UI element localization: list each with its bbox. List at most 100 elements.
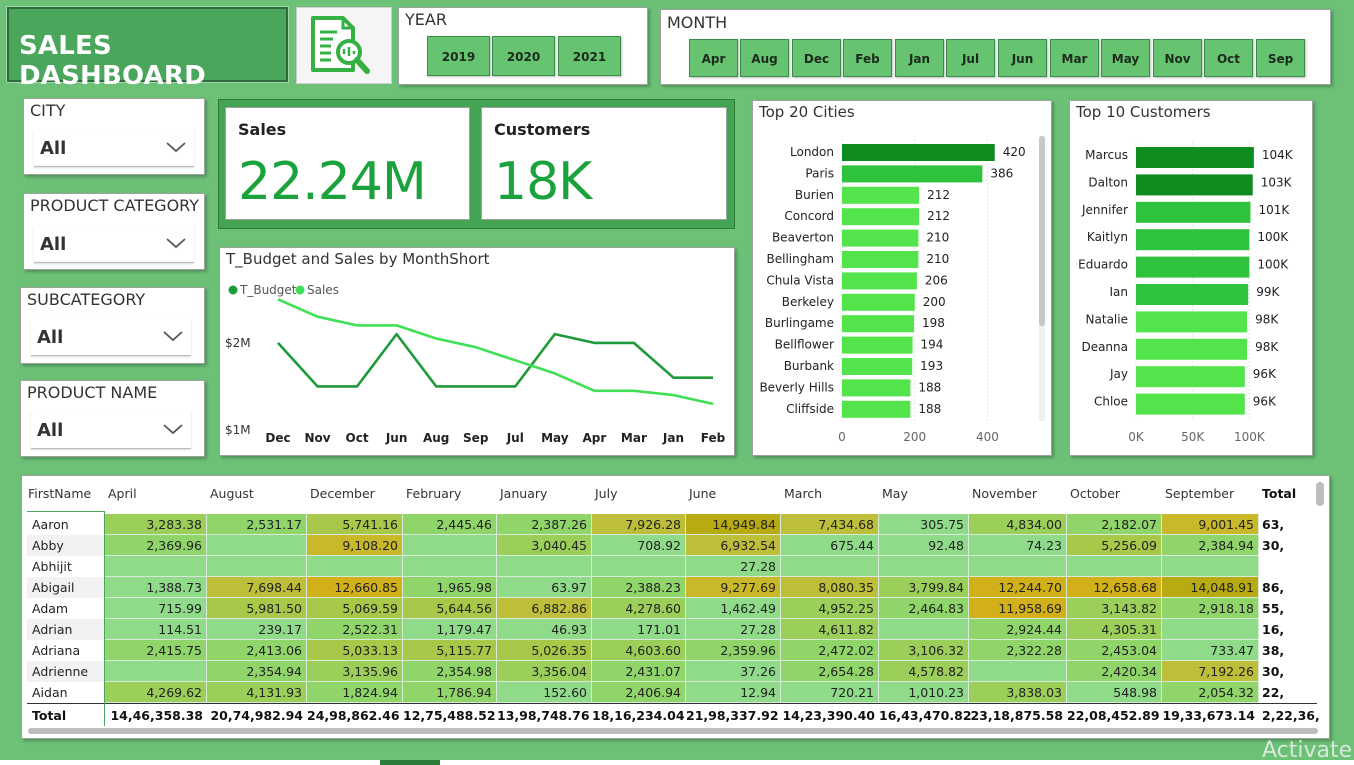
bar[interactable] [1136,174,1253,196]
column-header[interactable]: July [595,486,617,501]
year-button-2020[interactable]: 2020 [492,36,555,76]
table-cell[interactable]: 3,838.03 [969,682,1067,703]
row-header[interactable]: Abby [27,535,104,556]
table-cell[interactable]: 2,445.46 [403,514,497,535]
table-cell[interactable]: 1,786.94 [403,682,497,703]
table-cell[interactable]: 6,882.86 [497,598,592,619]
table-cell[interactable]: 305.75 [879,514,969,535]
column-header[interactable]: April [108,486,137,501]
legend-label-sales[interactable]: Sales [307,283,339,297]
table-cell[interactable]: 3,799.84 [879,577,969,598]
table-cell[interactable]: 2,054.32 [1162,682,1259,703]
column-header[interactable]: March [784,486,822,501]
table-cell[interactable]: 6,932.54 [686,535,781,556]
bar[interactable] [1136,201,1251,223]
row-header[interactable]: Aaron [27,514,104,535]
table-cell[interactable]: 4,305.31 [1067,619,1162,640]
table-cell[interactable]: 2,413.06 [207,640,307,661]
column-header[interactable]: November [972,486,1037,501]
table-cell[interactable]: 5,026.35 [497,640,592,661]
table-cell[interactable] [207,556,307,577]
table-cell[interactable] [1067,556,1162,577]
bar[interactable] [842,293,915,311]
table-cell[interactable]: 9,001.45 [1162,514,1259,535]
table-cell[interactable]: 27.28 [686,556,781,577]
table-cell[interactable]: 2,354.94 [207,661,307,682]
year-button-2019[interactable]: 2019 [427,36,490,76]
column-header[interactable]: October [1070,486,1120,501]
table-cell[interactable] [879,556,969,577]
bar[interactable] [842,229,919,247]
table-cell[interactable]: 171.01 [592,619,686,640]
table-cell[interactable]: 9,277.69 [686,577,781,598]
table-cell[interactable]: 1,010.23 [879,682,969,703]
bar[interactable] [842,315,914,333]
row-header[interactable]: Aidan [27,682,104,703]
bar[interactable] [842,400,911,418]
table-cell[interactable]: 3,283.38 [105,514,207,535]
bar[interactable] [1136,147,1254,168]
table-cell[interactable]: 3,040.45 [497,535,592,556]
table-cell[interactable] [497,556,592,577]
row-header[interactable]: Abigail [27,577,104,598]
table-cell[interactable]: 152.60 [497,682,592,703]
table-cell[interactable]: 9,108.20 [307,535,403,556]
table-cell[interactable]: 715.99 [105,598,207,619]
table-vertical-scrollbar[interactable] [1316,482,1324,506]
table-cell[interactable]: 2,354.98 [403,661,497,682]
table-cell[interactable]: 11,958.69 [969,598,1067,619]
bar[interactable] [1136,256,1250,278]
bar[interactable] [842,165,983,183]
table-cell[interactable]: 5,256.09 [1067,535,1162,556]
table-cell[interactable] [1162,619,1259,640]
table-cell[interactable]: 114.51 [105,619,207,640]
table-cell[interactable] [879,619,969,640]
column-header[interactable]: Total [1262,486,1296,501]
table-cell[interactable]: 92.48 [879,535,969,556]
table-cell[interactable]: 12.94 [686,682,781,703]
column-header[interactable]: FirstName [28,486,91,501]
table-cell[interactable]: 2,522.31 [307,619,403,640]
table-cell[interactable]: 7,698.44 [207,577,307,598]
table-cell[interactable]: 4,611.82 [781,619,879,640]
month-button-jun[interactable]: Jun [998,39,1047,77]
month-button-oct[interactable]: Oct [1204,39,1253,77]
page-tab-indicator[interactable] [380,760,440,765]
table-cell[interactable]: 2,918.18 [1162,598,1259,619]
table-cell[interactable]: 2,531.17 [207,514,307,535]
table-cell[interactable] [105,661,207,682]
table-cell[interactable]: 2,415.75 [105,640,207,661]
table-cell[interactable]: 5,033.13 [307,640,403,661]
table-cell[interactable]: 4,834.00 [969,514,1067,535]
column-header[interactable]: December [310,486,375,501]
bar[interactable] [1136,366,1245,388]
table-cell[interactable] [307,556,403,577]
column-header[interactable]: February [406,486,461,501]
month-button-sep[interactable]: Sep [1256,39,1305,77]
legend-label-t_budget[interactable]: T_Budget [239,283,297,297]
table-cell[interactable]: 4,603.60 [592,640,686,661]
table-cell[interactable]: 733.47 [1162,640,1259,661]
column-header[interactable]: September [1165,486,1234,501]
table-horizontal-scrollbar[interactable] [28,728,1318,734]
table-cell[interactable]: 1,462.49 [686,598,781,619]
bar[interactable] [842,358,913,375]
bar[interactable] [1136,311,1248,333]
bar[interactable] [842,251,919,268]
month-button-dec[interactable]: Dec [792,39,841,77]
table-cell[interactable]: 2,453.04 [1067,640,1162,661]
month-button-jan[interactable]: Jan [895,39,944,77]
series-line-sales[interactable] [277,298,714,406]
month-button-apr[interactable]: Apr [689,39,738,77]
table-cell[interactable]: 2,387.26 [497,514,592,535]
table-cell[interactable]: 14,949.84 [686,514,781,535]
table-cell[interactable]: 4,269.62 [105,682,207,703]
row-header[interactable]: Adrienne [27,661,104,682]
table-cell[interactable]: 5,115.77 [403,640,497,661]
bar[interactable] [842,336,913,354]
table-cell[interactable] [781,556,879,577]
table-cell[interactable]: 3,356.04 [497,661,592,682]
table-cell[interactable]: 12,244.70 [969,577,1067,598]
table-cell[interactable]: 1,824.94 [307,682,403,703]
table-cell[interactable]: 2,406.94 [592,682,686,703]
